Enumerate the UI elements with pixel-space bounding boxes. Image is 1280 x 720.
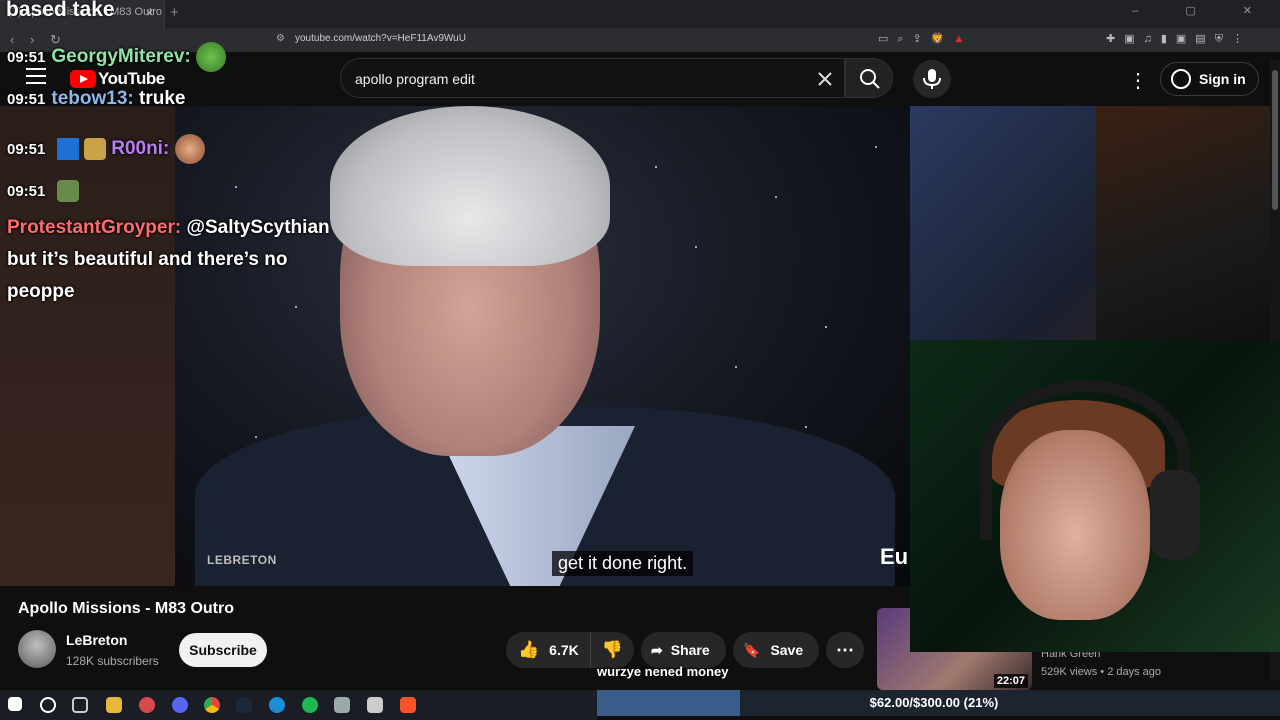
chrome-icon[interactable]: [204, 697, 220, 713]
browser-tab-bar: (3) Apollo Missions - M83 Outro × + – ▢ …: [0, 0, 1280, 28]
search-input[interactable]: apollo program edit: [340, 58, 845, 98]
more-actions-button[interactable]: ⋯: [826, 632, 864, 668]
clear-search-icon[interactable]: [813, 67, 837, 91]
video-caption: get it done right.: [552, 551, 694, 576]
reload-icon[interactable]: ↻: [50, 32, 61, 48]
headphone-earcup: [1150, 470, 1200, 560]
video-duration: 22:07: [993, 674, 1028, 688]
app-icon[interactable]: [334, 697, 350, 713]
share-icon: ➦: [651, 641, 663, 658]
edge-caption: Eu: [880, 544, 909, 569]
like-count: 6.7K: [549, 642, 579, 658]
recommended-meta: 529K views • 2 days ago: [1041, 666, 1162, 678]
interviewee-hair: [330, 106, 610, 266]
dislike-button[interactable]: 👎: [590, 632, 634, 668]
sign-in-button[interactable]: Sign in: [1160, 62, 1259, 96]
video-title: Apollo Missions - M83 Outro: [18, 600, 235, 617]
extension-icons[interactable]: ✚▣♫▮▣▤⛨⋮: [1106, 32, 1252, 46]
thumbs-down-icon: 👎: [601, 640, 624, 659]
windows-taskbar: [0, 690, 597, 720]
new-tab-icon[interactable]: +: [170, 4, 179, 21]
youtube-play-icon: [70, 70, 96, 88]
donation-goal-bar: $62.00/$300.00 (21%): [597, 690, 1280, 716]
youtube-logo[interactable]: YouTube: [70, 69, 165, 89]
url-field[interactable]: youtube.com/watch?v=HeF11Av9WuU: [295, 33, 466, 44]
channel-name[interactable]: LeBreton: [66, 632, 127, 648]
brave-icon[interactable]: [400, 697, 416, 713]
youtube-header: YouTube apollo program edit ⋮ Sign in: [0, 52, 1280, 106]
search-value: apollo program edit: [355, 71, 475, 87]
forward-icon[interactable]: ›: [30, 32, 34, 47]
save-label: Save: [770, 642, 804, 658]
address-bar-icons[interactable]: ▭⌕⇪🦁▲: [878, 32, 973, 46]
more-options-icon[interactable]: ⋮: [1128, 68, 1148, 93]
browser-tab[interactable]: (3) Apollo Missions - M83 Outro ×: [0, 0, 165, 28]
address-bar: ‹ › ↻ ⚙ youtube.com/watch?v=HeF11Av9WuU …: [0, 28, 1280, 52]
streamer-webcam: [910, 340, 1280, 652]
share-button[interactable]: ➦ Share: [641, 632, 726, 668]
channel-watermark: LEBRETON: [207, 553, 277, 567]
bookmark-icon: 🔖: [743, 641, 761, 658]
site-info-icon[interactable]: ⚙: [276, 33, 285, 44]
screen: (3) Apollo Missions - M83 Outro × + – ▢ …: [0, 0, 1280, 720]
donation-alert: wurzye nened money: [597, 664, 729, 679]
search-button[interactable]: [845, 58, 893, 98]
channel-avatar[interactable]: [18, 630, 56, 668]
app-icon[interactable]: [367, 697, 383, 713]
search-icon[interactable]: [40, 697, 56, 713]
scrollbar-thumb[interactable]: [1272, 70, 1278, 210]
task-view-icon[interactable]: [72, 697, 88, 713]
donation-goal-text: $62.00/$300.00 (21%): [869, 695, 999, 710]
steam-icon[interactable]: [236, 697, 252, 713]
more-icon: ⋯: [836, 639, 854, 660]
youtube-wordmark: YouTube: [98, 69, 165, 88]
spotify-icon[interactable]: [302, 697, 318, 713]
obs-icon[interactable]: [139, 697, 155, 713]
account-icon: [1171, 69, 1191, 89]
save-button[interactable]: 🔖 Save: [733, 632, 819, 668]
microphone-icon: [923, 69, 941, 89]
menu-icon[interactable]: [26, 68, 46, 84]
sign-in-label: Sign in: [1199, 71, 1246, 87]
search-icon: [860, 69, 880, 89]
voice-search-button[interactable]: [913, 60, 951, 98]
thumbs-up-icon: 👍: [518, 640, 540, 659]
back-icon[interactable]: ‹: [10, 32, 14, 47]
discord-icon[interactable]: [172, 697, 188, 713]
subscribe-button[interactable]: Subscribe: [179, 633, 267, 667]
sidebar-thumbnail-area: [1096, 106, 1280, 346]
close-tab-icon[interactable]: ×: [146, 5, 154, 20]
subscriber-count: 128K subscribers: [66, 654, 159, 668]
video-frame-left: [0, 106, 180, 586]
window-controls[interactable]: – ▢ ✕: [1132, 4, 1274, 17]
file-explorer-icon[interactable]: [106, 697, 122, 713]
windows-start-icon[interactable]: [8, 697, 22, 711]
share-label: Share: [670, 642, 710, 658]
tab-title: (3) Apollo Missions - M83 Outro: [8, 6, 163, 18]
edge-icon[interactable]: [269, 697, 285, 713]
